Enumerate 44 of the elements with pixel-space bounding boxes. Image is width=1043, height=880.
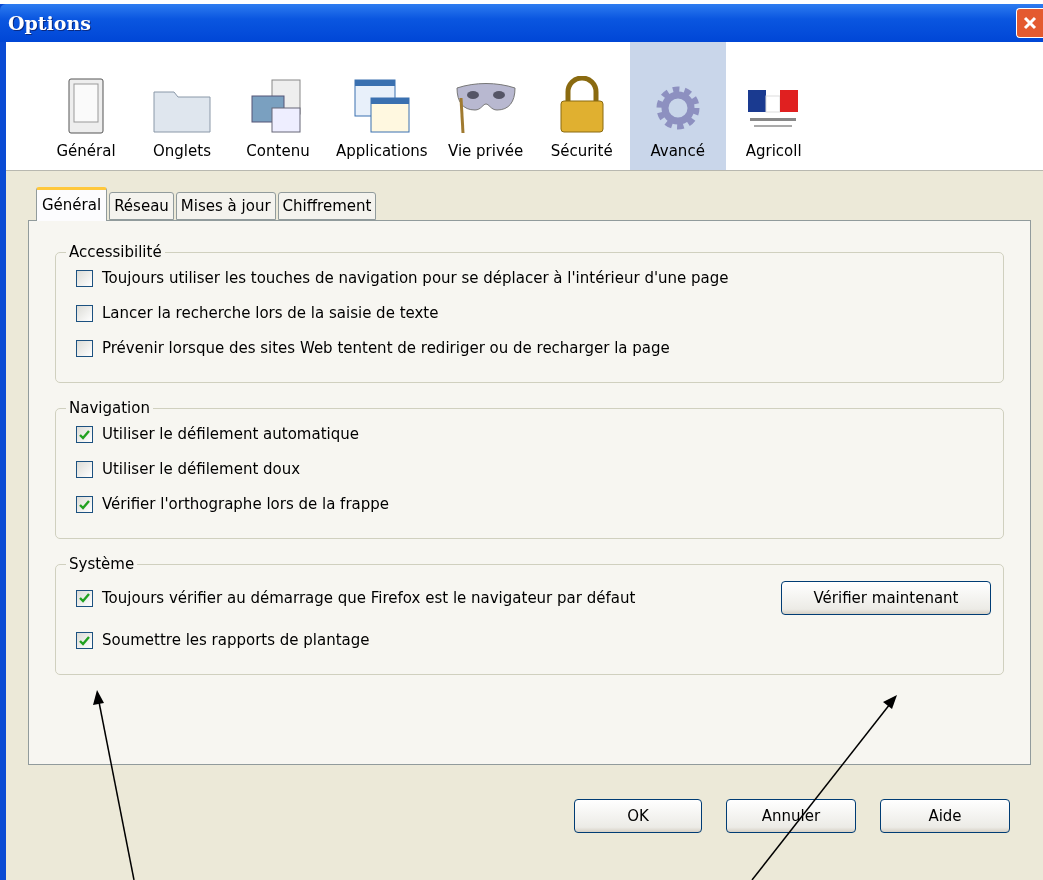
tab[interactable]: Chiffrement xyxy=(277,192,377,220)
checkbox[interactable] xyxy=(76,270,93,287)
close-button[interactable] xyxy=(1016,8,1043,38)
checkbox[interactable] xyxy=(76,461,93,478)
tab[interactable]: Mises à jour xyxy=(175,192,276,220)
tab[interactable]: Général xyxy=(36,187,108,221)
option-label: Toujours utiliser les touches de navigation pour se déplacer à l'intérieur d'une page xyxy=(102,269,729,288)
close-icon xyxy=(1022,15,1038,31)
checkbox[interactable] xyxy=(76,340,93,357)
group-title: Navigation xyxy=(68,399,151,417)
dialog-button[interactable]: OK xyxy=(574,799,702,833)
windows-icon xyxy=(352,78,411,134)
checkbox[interactable] xyxy=(76,632,93,649)
checkbox[interactable] xyxy=(76,496,93,513)
checkbox[interactable] xyxy=(76,589,93,607)
switch-icon xyxy=(68,78,104,134)
checkbox[interactable] xyxy=(76,426,93,443)
check-icon xyxy=(79,593,90,603)
check-now-button[interactable]: Vérifier maintenant xyxy=(781,581,991,615)
toolbar-item[interactable]: Onglets xyxy=(134,42,230,170)
toolbar-item[interactable]: Sécurité xyxy=(533,42,630,170)
padlock-icon xyxy=(557,76,606,134)
dialog-button[interactable]: Aide xyxy=(880,799,1010,833)
option-label: Prévenir lorsque des sites Web tentent de rediriger ou de recharger la page xyxy=(102,339,670,358)
check-icon xyxy=(79,499,90,510)
toolbar-item[interactable]: Agricoll xyxy=(725,42,822,170)
tab[interactable]: Réseau xyxy=(109,192,174,220)
toolbar-item[interactable]: Contenu xyxy=(230,42,326,170)
toolbar-item[interactable]: Général xyxy=(38,42,134,170)
option-label: Utiliser le défilement doux xyxy=(102,460,301,479)
toolbar-item[interactable]: Avancé xyxy=(629,42,726,170)
option-label: Toujours vérifier au démarrage que Firefox est le navigateur par défaut xyxy=(102,588,636,608)
option-label: Vérifier l'orthographe lors de la frappe xyxy=(102,495,390,514)
option-label: Soumettre les rapports de plantage xyxy=(102,631,370,650)
toolbar-item[interactable]: Vie privée xyxy=(437,42,534,170)
checkbox[interactable] xyxy=(76,305,93,322)
check-icon xyxy=(79,635,90,646)
group-title: Système xyxy=(68,555,136,573)
option-label: Lancer la recherche lors de la saisie de texte xyxy=(102,304,439,323)
window-title: Options xyxy=(8,12,91,34)
option-label: Utiliser le défilement automatique xyxy=(102,425,359,444)
check-icon xyxy=(79,429,90,440)
toolbar-item[interactable]: Applications xyxy=(326,42,438,170)
group-title: Accessibilité xyxy=(68,243,163,261)
